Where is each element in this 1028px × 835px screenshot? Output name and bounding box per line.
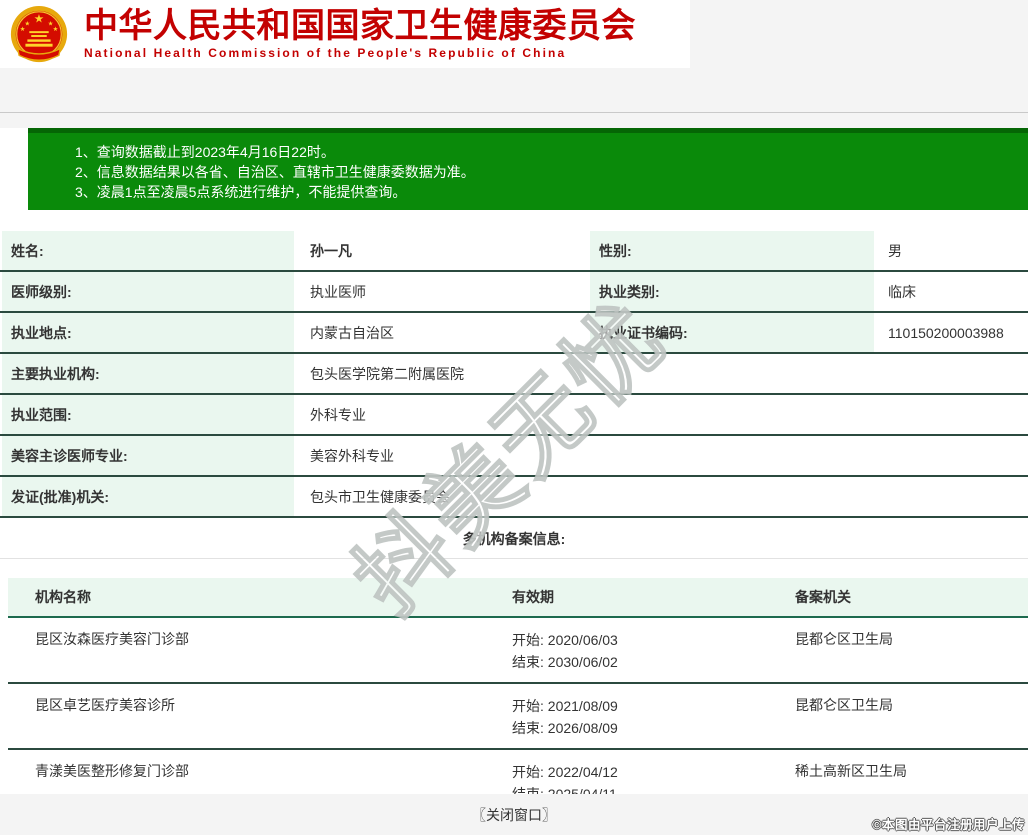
info-row-name-gender: 姓名: 孙一凡 性别: 男 xyxy=(0,231,1028,272)
site-header: ★ ★ ★ ★ ★ 中华人民共和国国家卫生健康委员会 National Heal… xyxy=(0,0,690,68)
header-titles: 中华人民共和国国家卫生健康委员会 National Health Commiss… xyxy=(84,8,636,60)
section-divider-line xyxy=(0,558,1028,559)
info-value-level: 执业医师 xyxy=(299,272,585,311)
org-row-1: 昆区汝森医疗美容门诊部 开始: 2020/06/03 结束: 2030/06/0… xyxy=(8,618,1028,684)
license-query-result-page: ★ ★ ★ ★ ★ 中华人民共和国国家卫生健康委员会 National Heal… xyxy=(0,0,1028,835)
multi-org-section-title: 多机构备案信息: xyxy=(462,531,566,547)
info-value-scope: 外科专业 xyxy=(299,395,1028,434)
column-header-validity: 有效期 xyxy=(512,589,554,605)
info-row-issuing-authority: 发证(批准)机关: 包头市卫生健康委员会 xyxy=(0,477,1028,518)
info-label-cosmetic-specialty: 美容主诊医师专业: xyxy=(2,436,294,475)
info-value-category: 临床 xyxy=(879,272,1028,311)
info-label-level: 医师级别: xyxy=(2,272,294,311)
info-label-name: 姓名: xyxy=(2,231,294,270)
notice-line-1: 1、查询数据截止到2023年4月16日22时。 xyxy=(75,144,335,160)
upload-watermark-note: ©本图由平台注册用户上传 xyxy=(872,818,1025,832)
info-row-cosmetic-specialty: 美容主诊医师专业: 美容外科专业 xyxy=(0,436,1028,477)
info-label-main-org: 主要执业机构: xyxy=(2,354,294,393)
validity-start: 开始: 2020/06/03 xyxy=(512,632,618,648)
notice-line-3: 3、凌晨1点至凌晨5点系统进行维护，不能提供查询。 xyxy=(75,184,407,200)
svg-text:★: ★ xyxy=(20,26,26,33)
info-label-place: 执业地点: xyxy=(2,313,294,352)
info-row-level-category: 医师级别: 执业医师 执业类别: 临床 xyxy=(0,272,1028,313)
info-value-place: 内蒙古自治区 xyxy=(299,313,585,352)
notice-line-2: 2、信息数据结果以各省、自治区、直辖市卫生健康委数据为准。 xyxy=(75,164,475,180)
notice-banner: 1、查询数据截止到2023年4月16日22时。 2、信息数据结果以各省、自治区、… xyxy=(28,128,1028,210)
notice-lines: 1、查询数据截止到2023年4月16日22时。 2、信息数据结果以各省、自治区、… xyxy=(28,133,1028,202)
info-row-scope: 执业范围: 外科专业 xyxy=(0,395,1028,436)
info-value-issuing-authority: 包头市卫生健康委员会 xyxy=(299,477,1028,516)
org-row-2: 昆区卓艺医疗美容诊所 开始: 2021/08/09 结束: 2026/08/09… xyxy=(8,684,1028,750)
info-value-main-org: 包头医学院第二附属医院 xyxy=(299,354,1028,393)
svg-text:★: ★ xyxy=(34,12,44,25)
org-validity: 开始: 2021/08/09 结束: 2026/08/09 xyxy=(505,695,788,739)
info-row-main-org: 主要执业机构: 包头医学院第二附属医院 xyxy=(0,354,1028,395)
validity-start: 开始: 2022/04/12 xyxy=(512,764,618,780)
validity-start: 开始: 2021/08/09 xyxy=(512,698,618,714)
info-label-issuing-authority: 发证(批准)机关: xyxy=(2,477,294,516)
close-window-link[interactable]: 〖关闭窗口〗 xyxy=(472,805,556,825)
info-value-certno: 110150200003988 xyxy=(879,313,1028,352)
info-value-cosmetic-specialty: 美容外科专业 xyxy=(299,436,1028,475)
info-label-scope: 执业范围: xyxy=(2,395,294,434)
multi-org-table: 机构名称 有效期 备案机关 昆区汝森医疗美容门诊部 开始: 2020/06/03… xyxy=(8,578,1028,816)
prc-national-emblem-icon: ★ ★ ★ ★ ★ xyxy=(10,5,68,62)
header-divider-line xyxy=(0,112,1028,113)
validity-end: 结束: 2026/08/09 xyxy=(512,720,618,736)
doctor-info-table: 姓名: 孙一凡 性别: 男 医师级别: 执业医师 执业类别: 临床 执业地点: … xyxy=(0,231,1028,518)
svg-text:★: ★ xyxy=(25,20,31,27)
org-authority: 昆都仑区卫生局 xyxy=(795,697,893,713)
org-authority: 昆都仑区卫生局 xyxy=(795,631,893,647)
info-label-certno: 执业证书编码: xyxy=(590,313,874,352)
org-name: 昆区汝森医疗美容门诊部 xyxy=(35,631,189,647)
info-label-gender: 性别: xyxy=(590,231,874,270)
svg-text:★: ★ xyxy=(53,26,59,33)
site-title-en: National Health Commission of the People… xyxy=(84,46,567,60)
org-validity: 开始: 2020/06/03 结束: 2030/06/02 xyxy=(505,629,788,673)
info-row-place-certno: 执业地点: 内蒙古自治区 执业证书编码: 110150200003988 xyxy=(0,313,1028,354)
info-value-name: 孙一凡 xyxy=(299,231,585,270)
info-label-category: 执业类别: xyxy=(590,272,874,311)
column-header-org-name: 机构名称 xyxy=(35,589,91,605)
multi-org-table-header: 机构名称 有效期 备案机关 xyxy=(8,578,1028,618)
validity-end: 结束: 2030/06/02 xyxy=(512,654,618,670)
column-header-authority: 备案机关 xyxy=(795,589,851,605)
site-title-cn: 中华人民共和国国家卫生健康委员会 xyxy=(84,7,636,45)
org-name: 昆区卓艺医疗美容诊所 xyxy=(35,697,175,713)
info-value-gender: 男 xyxy=(879,231,1028,270)
